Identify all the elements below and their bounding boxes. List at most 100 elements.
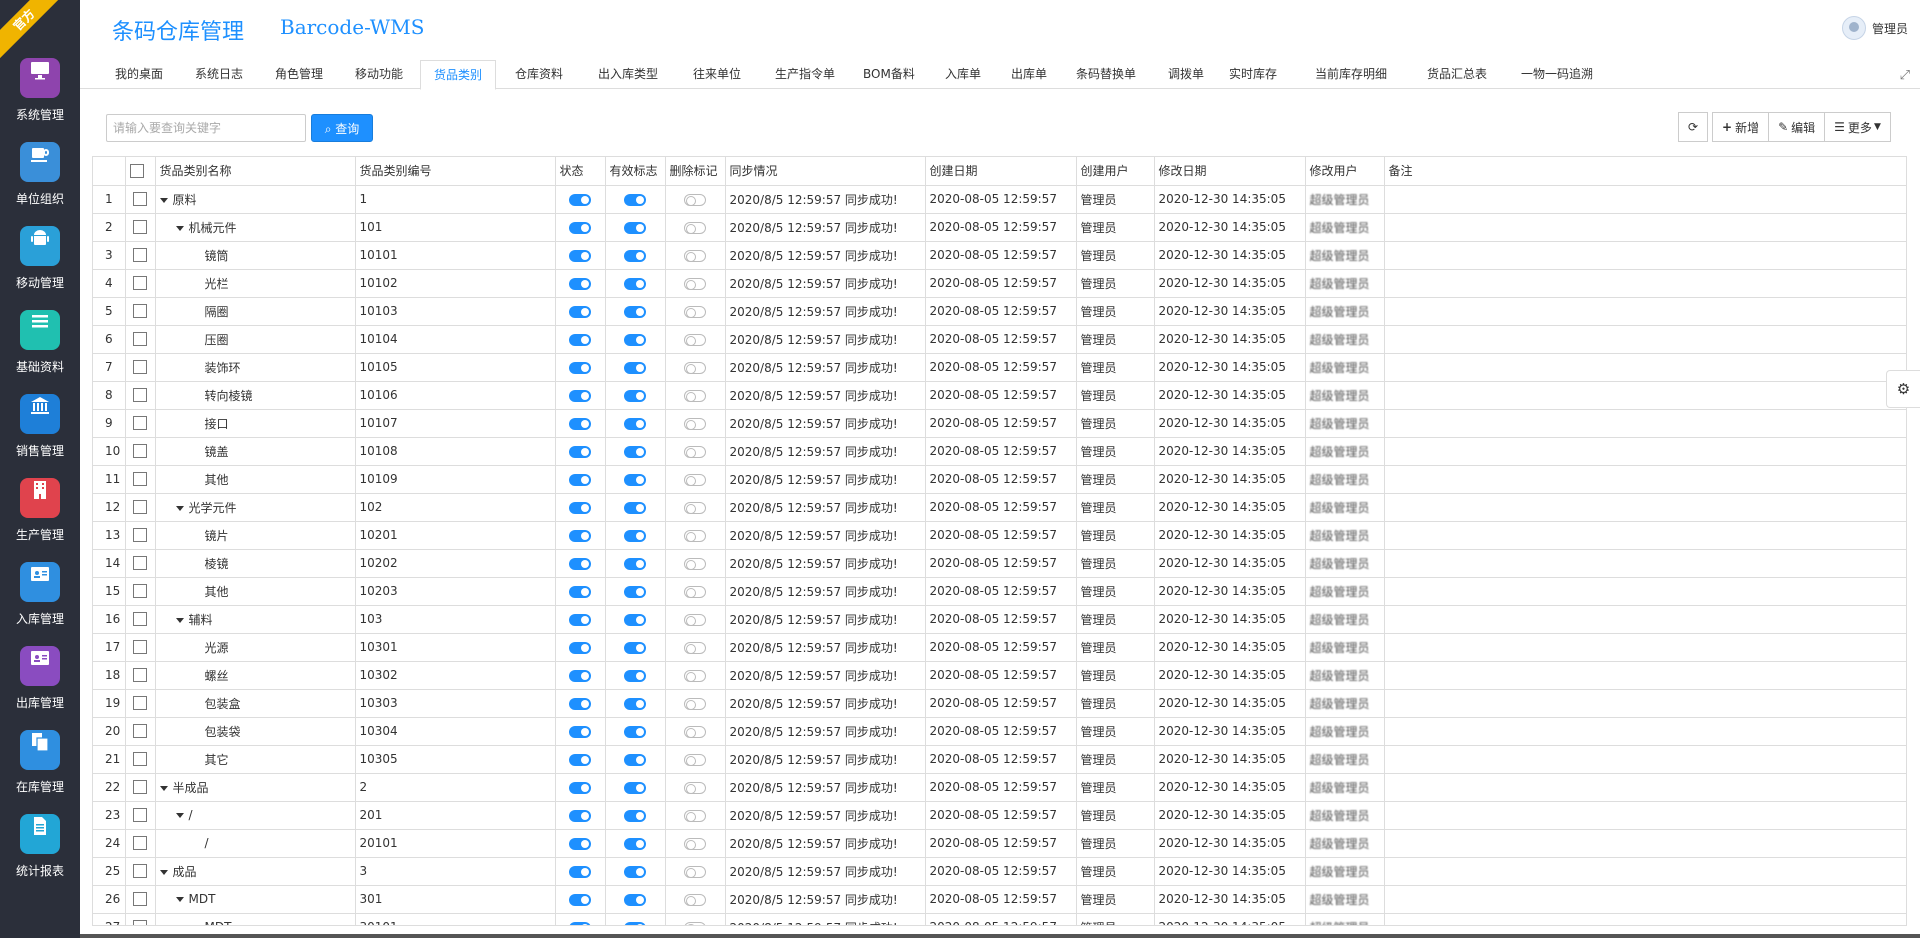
table-row[interactable]: 24 / 20101 2020/8/5 12:59:57 同步成功! 2020-08-0…: [93, 829, 1906, 858]
valid-toggle[interactable]: [624, 249, 646, 262]
tab-17[interactable]: 一物一码追溯: [1508, 60, 1606, 89]
table-row[interactable]: 20 包装袋 10304 2020/8/5 12:59:57 同步成功! 2020-08…: [93, 717, 1906, 746]
deleted-toggle[interactable]: [684, 837, 706, 850]
row-checkbox[interactable]: [133, 220, 147, 235]
table-row[interactable]: 26 MDT 301 2020/8/5 12:59:57 同步成功! 2020-08-0…: [93, 885, 1906, 914]
status-toggle[interactable]: [569, 809, 591, 822]
status-toggle[interactable]: [569, 557, 591, 570]
valid-toggle[interactable]: [624, 753, 646, 766]
row-checkbox[interactable]: [133, 752, 147, 767]
select-all-checkbox[interactable]: [129, 164, 144, 178]
deleted-toggle[interactable]: [684, 501, 706, 514]
deleted-toggle[interactable]: [684, 389, 706, 402]
row-checkbox[interactable]: [133, 584, 147, 599]
row-checkbox[interactable]: [133, 416, 147, 431]
refresh-button[interactable]: ⟳: [1678, 112, 1709, 142]
valid-toggle[interactable]: [624, 557, 646, 570]
deleted-toggle[interactable]: [684, 193, 706, 206]
table-row[interactable]: 10 镜盖 10108 2020/8/5 12:59:57 同步成功! 2020-08-…: [93, 437, 1906, 466]
tab-1[interactable]: 系统日志: [182, 60, 256, 89]
status-toggle[interactable]: [569, 865, 591, 878]
sidebar-item-9[interactable]: 统计报表: [0, 802, 80, 886]
expand-caret-icon[interactable]: [175, 897, 184, 902]
valid-toggle[interactable]: [624, 697, 646, 710]
status-toggle[interactable]: [569, 669, 591, 682]
row-checkbox[interactable]: [133, 528, 147, 543]
expand-caret-icon[interactable]: [159, 197, 168, 203]
deleted-toggle[interactable]: [684, 529, 706, 542]
table-row[interactable]: 16 辅料 103 2020/8/5 12:59:57 同步成功! 2020-08-05…: [93, 605, 1906, 634]
deleted-toggle[interactable]: [684, 473, 706, 486]
deleted-toggle[interactable]: [684, 753, 706, 766]
table-row[interactable]: 19 包装盒 10303 2020/8/5 12:59:57 同步成功! 2020-08…: [93, 689, 1906, 718]
row-checkbox[interactable]: [133, 920, 147, 925]
table-row[interactable]: 27 MDT 30101 2020/8/5 12:59:57 同步成功!2020-08…: [93, 913, 1906, 925]
tab-4[interactable]: 货品类别: [420, 60, 497, 90]
valid-toggle[interactable]: [624, 613, 646, 626]
deleted-toggle[interactable]: [684, 697, 706, 710]
valid-toggle[interactable]: [624, 921, 646, 925]
row-checkbox[interactable]: [133, 388, 147, 403]
search-input[interactable]: [106, 114, 306, 142]
tab-12[interactable]: 条码替换单: [1063, 60, 1149, 89]
settings-gear-icon[interactable]: ⚙: [1886, 370, 1920, 408]
sidebar-item-6[interactable]: 入库管理: [0, 550, 80, 634]
row-checkbox[interactable]: [133, 724, 147, 739]
tab-3[interactable]: 移动功能: [342, 60, 416, 89]
table-row[interactable]: 21 其它 10305 2020/8/5 12:59:57 同步成功! 2020-08-…: [93, 745, 1906, 774]
status-toggle[interactable]: [569, 389, 591, 402]
row-checkbox[interactable]: [133, 304, 147, 319]
table-row[interactable]: 2 机械元件 101 2020/8/5 12:59:57 同步成功! 2020-08-0…: [93, 213, 1906, 242]
table-row[interactable]: 3 镜筒 10101 2020/8/5 12:59:57 同步成功! 2020-08-0…: [93, 241, 1906, 270]
sidebar-item-3[interactable]: 基础资料: [0, 298, 80, 382]
col-header-remark[interactable]: 备注: [1384, 157, 1906, 186]
sidebar-item-7[interactable]: 出库管理: [0, 634, 80, 718]
deleted-toggle[interactable]: [684, 221, 706, 234]
status-toggle[interactable]: [569, 417, 591, 430]
row-checkbox[interactable]: [133, 640, 147, 655]
deleted-toggle[interactable]: [684, 361, 706, 374]
row-checkbox[interactable]: [133, 612, 147, 627]
col-header-modified-user[interactable]: 修改用户: [1305, 157, 1385, 186]
expand-caret-icon[interactable]: [175, 813, 184, 818]
status-toggle[interactable]: [569, 921, 591, 925]
tab-7[interactable]: 往来单位: [680, 60, 754, 89]
table-row[interactable]: 1 原料 1 2020/8/5 12:59:57 同步成功! 2020-08-05 12…: [93, 185, 1906, 214]
row-checkbox[interactable]: [133, 500, 147, 515]
deleted-toggle[interactable]: [684, 445, 706, 458]
status-toggle[interactable]: [569, 221, 591, 234]
sidebar-item-0[interactable]: 系统管理: [0, 46, 80, 130]
status-toggle[interactable]: [569, 277, 591, 290]
tab-6[interactable]: 出入库类型: [585, 60, 671, 89]
status-toggle[interactable]: [569, 781, 591, 794]
deleted-toggle[interactable]: [684, 557, 706, 570]
status-toggle[interactable]: [569, 725, 591, 738]
row-checkbox[interactable]: [133, 668, 147, 683]
add-button[interactable]: + 新增: [1712, 112, 1770, 142]
row-checkbox[interactable]: [133, 248, 147, 263]
valid-toggle[interactable]: [624, 837, 646, 850]
valid-toggle[interactable]: [624, 669, 646, 682]
valid-toggle[interactable]: [624, 445, 646, 458]
table-row[interactable]: 6 压圈 10104 2020/8/5 12:59:57 同步成功! 2020-08-0…: [93, 325, 1906, 354]
valid-toggle[interactable]: [624, 221, 646, 234]
valid-toggle[interactable]: [624, 865, 646, 878]
valid-toggle[interactable]: [624, 473, 646, 486]
valid-toggle[interactable]: [624, 193, 646, 206]
table-row[interactable]: 5 隔圈 10103 2020/8/5 12:59:57 同步成功! 2020-08-0…: [93, 297, 1906, 326]
valid-toggle[interactable]: [624, 501, 646, 514]
tab-13[interactable]: 调拨单: [1155, 60, 1217, 89]
sidebar-item-8[interactable]: 在库管理: [0, 718, 80, 802]
table-row[interactable]: 11 其他 10109 2020/8/5 12:59:57 同步成功! 2020-08-…: [93, 465, 1906, 494]
expand-caret-icon[interactable]: [159, 869, 168, 875]
status-toggle[interactable]: [569, 585, 591, 598]
valid-toggle[interactable]: [624, 781, 646, 794]
deleted-toggle[interactable]: [684, 809, 706, 822]
deleted-toggle[interactable]: [684, 305, 706, 318]
col-header-deleted[interactable]: 删除标记: [665, 157, 726, 186]
tab-8[interactable]: 生产指令单: [762, 60, 848, 89]
status-toggle[interactable]: [569, 893, 591, 906]
table-row[interactable]: 4 光栏 10102 2020/8/5 12:59:57 同步成功! 2020-08-0…: [93, 269, 1906, 298]
deleted-toggle[interactable]: [684, 865, 706, 878]
tab-14[interactable]: 实时库存: [1216, 60, 1290, 89]
